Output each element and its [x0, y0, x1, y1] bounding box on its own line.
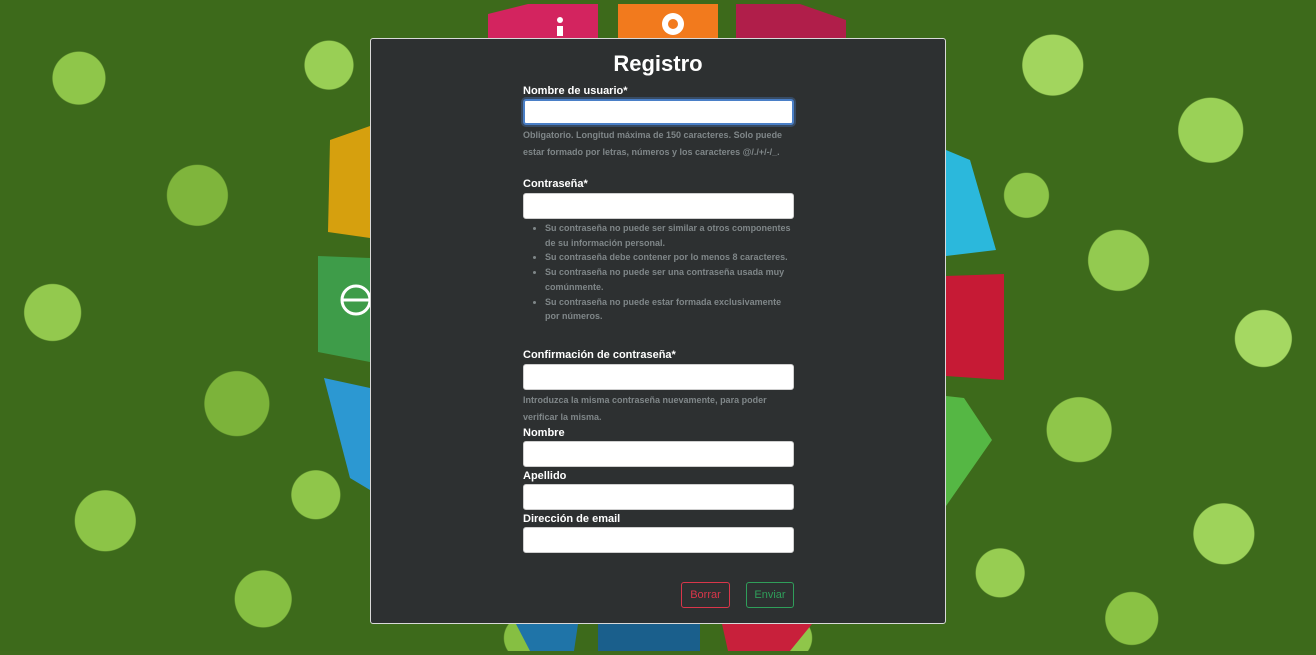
password-rules-list: Su contraseña no puede ser similar a otr… — [523, 221, 795, 324]
first-name-label: Nombre — [523, 427, 565, 439]
list-item: Su contraseña no puede estar formada exc… — [545, 295, 795, 324]
password-confirm-label: Confirmación de contraseña* — [523, 349, 676, 361]
list-item: Su contraseña debe contener por lo menos… — [545, 250, 795, 265]
last-name-label: Apellido — [523, 470, 567, 482]
info-icon — [557, 17, 563, 36]
list-item: Su contraseña no puede ser una contraseñ… — [545, 265, 795, 294]
username-input[interactable] — [523, 99, 794, 125]
first-name-input[interactable] — [523, 441, 794, 467]
email-input[interactable] — [523, 527, 794, 553]
username-help: Obligatorio. Longitud máxima de 150 cara… — [523, 130, 783, 157]
registration-panel: Registro Nombre de usuario* Obligatorio.… — [370, 38, 946, 624]
clear-button[interactable]: Borrar — [681, 582, 730, 608]
password-confirm-help: Introduzca la misma contraseña nuevament… — [523, 395, 767, 422]
last-name-input[interactable] — [523, 484, 794, 510]
password-input[interactable] — [523, 193, 794, 219]
list-item: Su contraseña no puede ser similar a otr… — [545, 221, 795, 250]
submit-button[interactable]: Enviar — [746, 582, 794, 608]
page-title: Registro — [613, 51, 703, 76]
gear-icon — [662, 13, 684, 35]
email-label: Dirección de email — [523, 513, 621, 525]
username-label: Nombre de usuario* — [523, 85, 628, 97]
password-confirm-input[interactable] — [523, 364, 794, 390]
password-label: Contraseña* — [523, 178, 588, 190]
